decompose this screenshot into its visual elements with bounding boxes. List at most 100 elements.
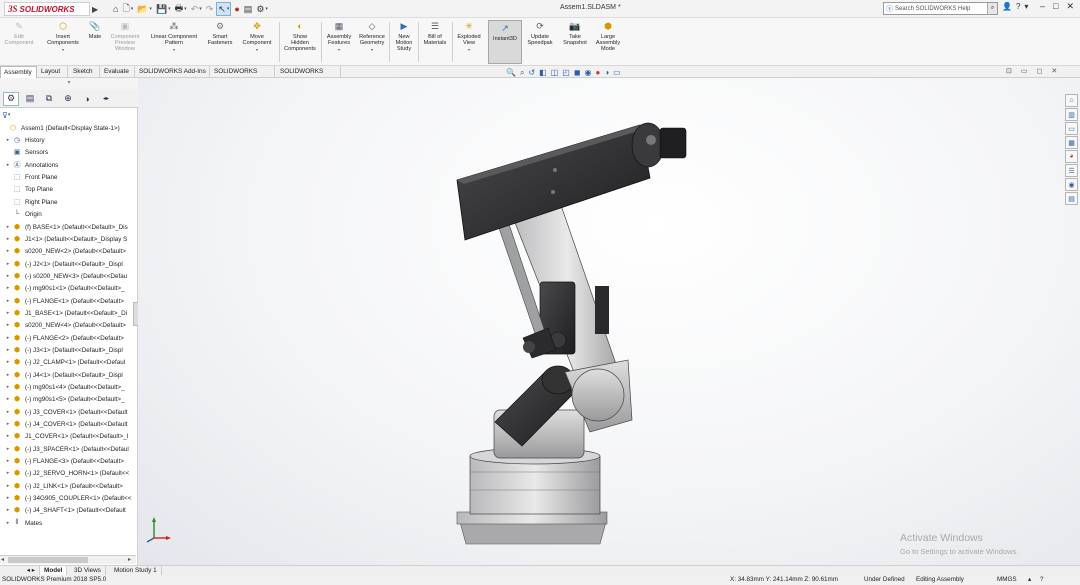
tree-item-part[interactable]: ▸ ⬢ (-) FLANGE<2> (Default<<Default>	[0, 332, 136, 344]
viewport-max-icon[interactable]: ◻	[1037, 67, 1043, 75]
tab-solidworks-add-ins[interactable]: SOLIDWORKS Add-Ins	[136, 66, 210, 78]
solidworks-logo[interactable]: 3S SOLIDWORKS	[4, 2, 90, 16]
tab-sketch[interactable]: Sketch	[70, 66, 100, 78]
tree-item-part[interactable]: ▸ ⬢ (f) BASE<1> (Default<<Default>_Dis	[0, 221, 136, 233]
tab-layout[interactable]: Layout	[38, 66, 68, 78]
file-explorer-icon[interactable]: ▭	[1065, 122, 1078, 135]
dynamic-annotation-icon[interactable]: ◫	[551, 68, 559, 77]
tree-item-right-plane[interactable]: ⬚ Right Plane	[0, 196, 136, 208]
update-speedpak-button[interactable]: ⟳ Update Speedpak	[525, 20, 555, 46]
tree-horizontal-scrollbar[interactable]: ◂ ▸	[0, 555, 136, 564]
custom-properties-icon[interactable]: ☰	[1065, 164, 1078, 177]
chevron-down-icon[interactable]: ▾	[371, 47, 373, 53]
tree-item-part[interactable]: ▸ ⬢ (-) J4_SHAFT<1> (Default<<Default	[0, 504, 136, 516]
feature-manager-tree-icon[interactable]: ⚙	[3, 91, 19, 106]
chevron-down-icon[interactable]: ▾	[62, 47, 64, 53]
tree-filter[interactable]: ⊽ ▾	[2, 110, 10, 120]
tab-solidworks-mbd[interactable]: SOLIDWORKS MBD	[211, 66, 275, 87]
reference-geometry-button[interactable]: ◇ Reference Geometry ▾	[356, 20, 388, 54]
scroll-right-icon[interactable]: ▸	[128, 556, 131, 563]
viewport-close-icon[interactable]: ✕	[1051, 67, 1057, 75]
tree-item-part[interactable]: ▸ ⬢ (-) FLANGE<1> (Default<<Default>	[0, 295, 136, 307]
tree-item-part[interactable]: ▸ ⬢ (-) J3<1> (Default<<Default>_Displ	[0, 344, 136, 356]
tree-item-part[interactable]: ▸ ⬢ (-) J4<1> (Default<<Default>_Displ	[0, 369, 136, 381]
undo-icon[interactable]: ↶ ▾	[190, 2, 203, 16]
tree-item-part[interactable]: ▸ ⬢ (-) s0200_NEW<3> (Default<<Defau	[0, 270, 136, 282]
menu-expand-arrow-icon[interactable]: ▶	[92, 2, 100, 16]
tree-item-part[interactable]: ▸ ⬢ (-) J2_LINK<1> (Default<<Default>	[0, 480, 136, 492]
help-button[interactable]: ?	[1016, 2, 1020, 11]
tree-item-sensors[interactable]: ▣ Sensors	[0, 146, 136, 158]
component-preview-window-button[interactable]: ▣ Component Preview Window	[106, 20, 144, 53]
maximize-icon[interactable]: □	[1053, 1, 1058, 12]
view-palette-icon[interactable]: ▦	[1065, 136, 1078, 149]
property-manager-icon[interactable]: ▤	[22, 92, 38, 106]
edit-component-button[interactable]: ✎ Edit Component	[4, 20, 34, 46]
hide-show-items-icon[interactable]: ◉	[584, 68, 591, 77]
save-icon[interactable]: 💾 ▾	[155, 2, 172, 16]
print-icon[interactable]: 🖶 ▾	[174, 2, 188, 16]
dimxpert-manager-icon[interactable]: ⊕	[60, 92, 76, 106]
restore-viewport-icon[interactable]: ⊡	[1006, 67, 1012, 75]
select-pointer-icon[interactable]: ↖ ▾	[216, 2, 232, 16]
minimize-icon[interactable]: –	[1040, 1, 1045, 12]
status-units-chevron-icon[interactable]: ▴	[1028, 575, 1031, 585]
task-pane-more-icon[interactable]: ▤	[1065, 192, 1078, 205]
configuration-manager-icon[interactable]: ⧉	[41, 92, 57, 106]
panel-scroll-arrows-icon[interactable]: ◂▸	[98, 92, 114, 106]
user-icon[interactable]: 👤	[1002, 2, 1012, 11]
design-library-icon[interactable]: ▥	[1065, 108, 1078, 121]
solidworks-forum-icon[interactable]: ◉	[1065, 178, 1078, 191]
exploded-view-button[interactable]: ✳ Exploded View ▾	[454, 20, 484, 54]
tree-item-front-plane[interactable]: ⬚ Front Plane	[0, 171, 136, 183]
bill-of-materials-button[interactable]: ☰ Bill of Materials	[420, 20, 450, 46]
tree-item-part[interactable]: ▸ ⬢ (-) J2<1> (Default<<Default>_Displ	[0, 258, 136, 270]
file-properties-icon[interactable]: ▤	[243, 2, 254, 16]
solidworks-resources-icon[interactable]: ⌂	[1065, 94, 1078, 107]
tree-item-part[interactable]: ▸ ⬢ (-) mg90s1<5> (Default<<Default>_	[0, 393, 136, 405]
insert-components-button[interactable]: ⬡ Insert Components ▾	[42, 20, 84, 54]
tree-root[interactable]: ⬡ Assem1 (Default<Display State-1>)	[0, 122, 136, 134]
tree-item-part[interactable]: ▸ ⬢ (-) J4_COVER<1> (Default<<Default	[0, 418, 136, 430]
tree-item-part[interactable]: ▸ ⬢ s0200_NEW<2> (Default<<Default>	[0, 245, 136, 257]
chevron-down-icon[interactable]: ▾	[173, 47, 175, 53]
take-snapshot-button[interactable]: 📷 Take Snapshot	[560, 20, 590, 46]
home-icon[interactable]: ⌂	[112, 2, 119, 16]
move-component-button[interactable]: ✥ Move Component ▾	[239, 20, 275, 54]
help-search-box[interactable]: ⓢ Search SOLIDWORKS Help ⌕	[883, 2, 998, 15]
tree-item-mates[interactable]: ▸ ⫴ Mates	[0, 517, 136, 529]
chevron-down-icon[interactable]: ▾	[256, 47, 258, 53]
chevron-down-icon[interactable]: ▾	[338, 47, 340, 53]
tree-item-part[interactable]: ▸ ⬢ (-) 34G905_COUPLER<1> (Default<<	[0, 492, 136, 504]
smart-fasteners-button[interactable]: ⚙ Smart Fasteners	[205, 20, 235, 46]
robot-arm-model[interactable]	[138, 78, 1080, 565]
show-hidden-components-button[interactable]: ◐ Show Hidden Components	[282, 20, 318, 53]
tree-item-part[interactable]: ▸ ⬢ (-) mg90s1<4> (Default<<Default>_	[0, 381, 136, 393]
zoom-to-fit-icon[interactable]: 🔍	[506, 68, 516, 77]
close-icon[interactable]: ✕	[1066, 1, 1074, 12]
appearances-icon[interactable]: ◕	[1065, 150, 1078, 163]
view-settings-icon[interactable]: ▭	[613, 68, 621, 77]
tree-item-part[interactable]: ▸ ⬢ J1<1> (Default<<Default>_Display S	[0, 233, 136, 245]
scroll-left-icon[interactable]: ◂	[1, 556, 4, 563]
large-assembly-mode-button[interactable]: ⬢ Large Assembly Mode	[593, 20, 623, 53]
tree-item-part[interactable]: ▸ ⬢ (-) J3_COVER<1> (Default<<Default	[0, 406, 136, 418]
traffic-light-icon[interactable]: ●	[233, 2, 240, 16]
display-manager-icon[interactable]: ◑	[79, 92, 95, 106]
view-orientation-icon[interactable]: ◰	[562, 68, 570, 77]
previous-view-icon[interactable]: ↺	[528, 68, 535, 77]
tree-item-top-plane[interactable]: ⬚ Top Plane	[0, 183, 136, 195]
display-style-icon[interactable]: ◼	[574, 68, 581, 77]
pin-icon[interactable]: ▾	[1024, 2, 1028, 11]
viewport-min-icon[interactable]: ▭	[1021, 67, 1028, 75]
new-document-icon[interactable]: 🗋 ▾	[121, 2, 134, 16]
linear-component-pattern-button[interactable]: ⁂ Linear Component Pattern ▾	[146, 20, 202, 54]
tab-solidworks-cam[interactable]: SOLIDWORKS CAM	[277, 66, 341, 87]
scroll-thumb[interactable]	[8, 557, 88, 563]
chevron-down-icon[interactable]: ▾	[468, 47, 470, 53]
section-view-icon[interactable]: ◧	[539, 68, 547, 77]
open-icon[interactable]: 📂 ▾	[136, 2, 153, 16]
tree-item-part[interactable]: ▸ ⬢ J1_BASE<1> (Default<<Default>_Di	[0, 307, 136, 319]
tab-assembly[interactable]: Assembly	[0, 66, 37, 78]
zoom-to-area-icon[interactable]: ⌕	[520, 68, 524, 78]
